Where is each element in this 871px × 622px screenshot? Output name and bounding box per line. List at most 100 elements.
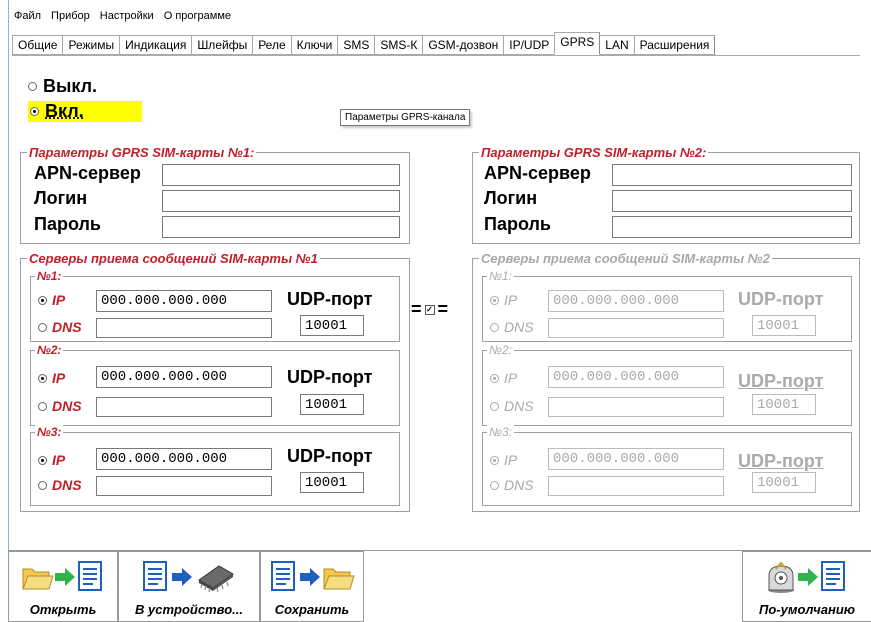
sim2-login-input[interactable] bbox=[612, 190, 852, 212]
folder-icon bbox=[22, 568, 54, 590]
menu-file[interactable]: Файл bbox=[14, 10, 41, 26]
ip-label: IP bbox=[52, 370, 66, 386]
sim2-server3-title: №3: bbox=[487, 425, 515, 439]
sim2-server3-ip-input[interactable]: 000.000.000.000 bbox=[548, 448, 724, 470]
same-servers-checkbox[interactable]: ✓ bbox=[424, 304, 435, 315]
tab-loops[interactable]: Шлейфы bbox=[191, 35, 254, 55]
sim2-server3-ip-radio[interactable]: IP bbox=[490, 452, 517, 468]
sim1-server2-dns-radio[interactable]: DNS bbox=[38, 398, 82, 414]
sim2-login-label: Логин bbox=[484, 188, 538, 208]
tab-gsm-call[interactable]: GSM-дозвон bbox=[422, 35, 505, 55]
radio-off-indicator[interactable] bbox=[28, 82, 37, 91]
sim2-apn-label: APN-сервер bbox=[484, 163, 591, 183]
document-icon bbox=[271, 561, 295, 591]
radio-indicator[interactable] bbox=[38, 373, 47, 383]
sim2-server2-port-input[interactable]: 10001 bbox=[752, 394, 816, 415]
document-icon bbox=[821, 561, 845, 591]
tab-keys[interactable]: Ключи bbox=[290, 35, 339, 55]
radio-indicator[interactable] bbox=[38, 480, 47, 490]
radio-indicator[interactable] bbox=[490, 455, 499, 465]
tab-general[interactable]: Общие bbox=[12, 35, 64, 55]
sim1-server3-dns-input[interactable] bbox=[96, 476, 272, 496]
tooltip: Параметры GPRS-канала bbox=[340, 109, 471, 126]
sim1-password-input[interactable] bbox=[162, 216, 400, 238]
to-device-button[interactable]: В устройство... bbox=[118, 551, 260, 622]
sim1-server1-port-input[interactable]: 10001 bbox=[300, 315, 364, 336]
sim2-server3-port-input[interactable]: 10001 bbox=[752, 472, 816, 493]
radio-indicator[interactable] bbox=[38, 455, 47, 465]
menu-about[interactable]: О программе bbox=[164, 10, 231, 26]
sim1-server1-dns-input[interactable] bbox=[96, 318, 272, 338]
mode-off-radio[interactable]: Выкл. bbox=[28, 76, 97, 97]
sim2-server1-port-input[interactable]: 10001 bbox=[752, 315, 816, 336]
radio-indicator[interactable] bbox=[490, 322, 499, 332]
sim2-server3-dns-radio[interactable]: DNS bbox=[490, 477, 534, 493]
radio-on-indicator[interactable] bbox=[30, 107, 39, 116]
radio-indicator[interactable] bbox=[490, 373, 499, 383]
tab-extensions[interactable]: Расширения bbox=[633, 35, 716, 55]
arrow-right-icon bbox=[798, 568, 818, 586]
mode-off-label: Выкл. bbox=[43, 76, 98, 96]
radio-indicator[interactable] bbox=[490, 480, 499, 490]
tab-lan[interactable]: LAN bbox=[599, 35, 635, 55]
tab-sms-k[interactable]: SMS-К bbox=[374, 35, 424, 55]
sim2-server2-dns-input[interactable] bbox=[548, 397, 724, 417]
mode-on-label: Вкл. bbox=[45, 101, 84, 121]
ip-label: IP bbox=[504, 370, 518, 386]
mode-on-radio[interactable]: Вкл. bbox=[28, 101, 142, 122]
menu-device[interactable]: Прибор bbox=[51, 10, 90, 26]
sim2-server1-ip-input[interactable]: 000.000.000.000 bbox=[548, 290, 724, 312]
sim2-server1-ip-radio[interactable]: IP bbox=[490, 292, 517, 308]
sim2-server1-dns-radio[interactable]: DNS bbox=[490, 319, 534, 335]
sim2-server1-dns-input[interactable] bbox=[548, 318, 724, 338]
sim1-server1-udp-label: UDP-порт bbox=[287, 289, 373, 309]
sim1-server2-dns-input[interactable] bbox=[96, 397, 272, 417]
sim1-server3-udp-label: UDP-порт bbox=[287, 446, 373, 466]
tab-modes[interactable]: Режимы bbox=[62, 35, 121, 55]
sim2-server3-dns-input[interactable] bbox=[548, 476, 724, 496]
sim2-servers-title: Серверы приема сообщений SIM-карты №2 bbox=[479, 251, 772, 266]
arrow-right-icon bbox=[55, 568, 75, 586]
sim1-server1-ip-input[interactable]: 000.000.000.000 bbox=[96, 290, 272, 312]
radio-indicator[interactable] bbox=[38, 401, 47, 411]
sim2-password-input[interactable] bbox=[612, 216, 852, 238]
sim1-server1-dns-radio[interactable]: DNS bbox=[38, 319, 82, 335]
tab-sms[interactable]: SMS bbox=[337, 35, 376, 55]
sim2-server2-udp-label: UDP-порт bbox=[738, 371, 823, 392]
radio-indicator[interactable] bbox=[490, 401, 499, 411]
same-servers-toggle: = ✓ = bbox=[411, 299, 448, 320]
sim1-server2-ip-radio[interactable]: IP bbox=[38, 370, 65, 386]
arrow-right-icon bbox=[172, 568, 192, 586]
save-button[interactable]: Сохранить bbox=[260, 551, 364, 622]
sim2-apn-input[interactable] bbox=[612, 164, 852, 186]
sim1-server1-ip-radio[interactable]: IP bbox=[38, 292, 65, 308]
tab-ip-udp[interactable]: IP/UDP bbox=[503, 35, 556, 55]
tab-gprs[interactable]: GPRS bbox=[554, 32, 601, 55]
sim1-apn-input[interactable] bbox=[162, 164, 400, 186]
sim1-server3-port-input[interactable]: 10001 bbox=[300, 472, 364, 493]
sim1-server2-port-input[interactable]: 10001 bbox=[300, 394, 364, 415]
menu-bar: Файл Прибор Настройки О программе bbox=[14, 10, 231, 26]
sim2-server2-ip-radio[interactable]: IP bbox=[490, 370, 517, 386]
open-icons bbox=[9, 560, 117, 594]
tab-relay[interactable]: Реле bbox=[252, 35, 292, 55]
tab-indication[interactable]: Индикация bbox=[119, 35, 193, 55]
sim1-server3-dns-radio[interactable]: DNS bbox=[38, 477, 82, 493]
udp-underlined: UDP-порт bbox=[738, 371, 824, 391]
radio-indicator[interactable] bbox=[38, 322, 47, 332]
menu-settings[interactable]: Настройки bbox=[100, 10, 154, 26]
sim2-server2-ip-input[interactable]: 000.000.000.000 bbox=[548, 366, 724, 388]
defaults-label: По-умолчанию bbox=[758, 602, 855, 617]
radio-indicator[interactable] bbox=[490, 295, 499, 305]
defaults-button[interactable]: По-умолчанию bbox=[742, 551, 871, 622]
sim1-server3-ip-radio[interactable]: IP bbox=[38, 452, 65, 468]
open-button[interactable]: Открыть bbox=[8, 551, 118, 622]
radio-indicator[interactable] bbox=[38, 295, 47, 305]
sim1-server2-udp-label: UDP-порт bbox=[287, 367, 373, 387]
sim1-server3-ip-input[interactable]: 000.000.000.000 bbox=[96, 448, 272, 470]
sim1-login-input[interactable] bbox=[162, 190, 400, 212]
dns-label: DNS bbox=[52, 319, 82, 335]
to-device-label: В устройство... bbox=[135, 602, 243, 617]
sim2-server2-dns-radio[interactable]: DNS bbox=[490, 398, 534, 414]
sim1-server2-ip-input[interactable]: 000.000.000.000 bbox=[96, 366, 272, 388]
